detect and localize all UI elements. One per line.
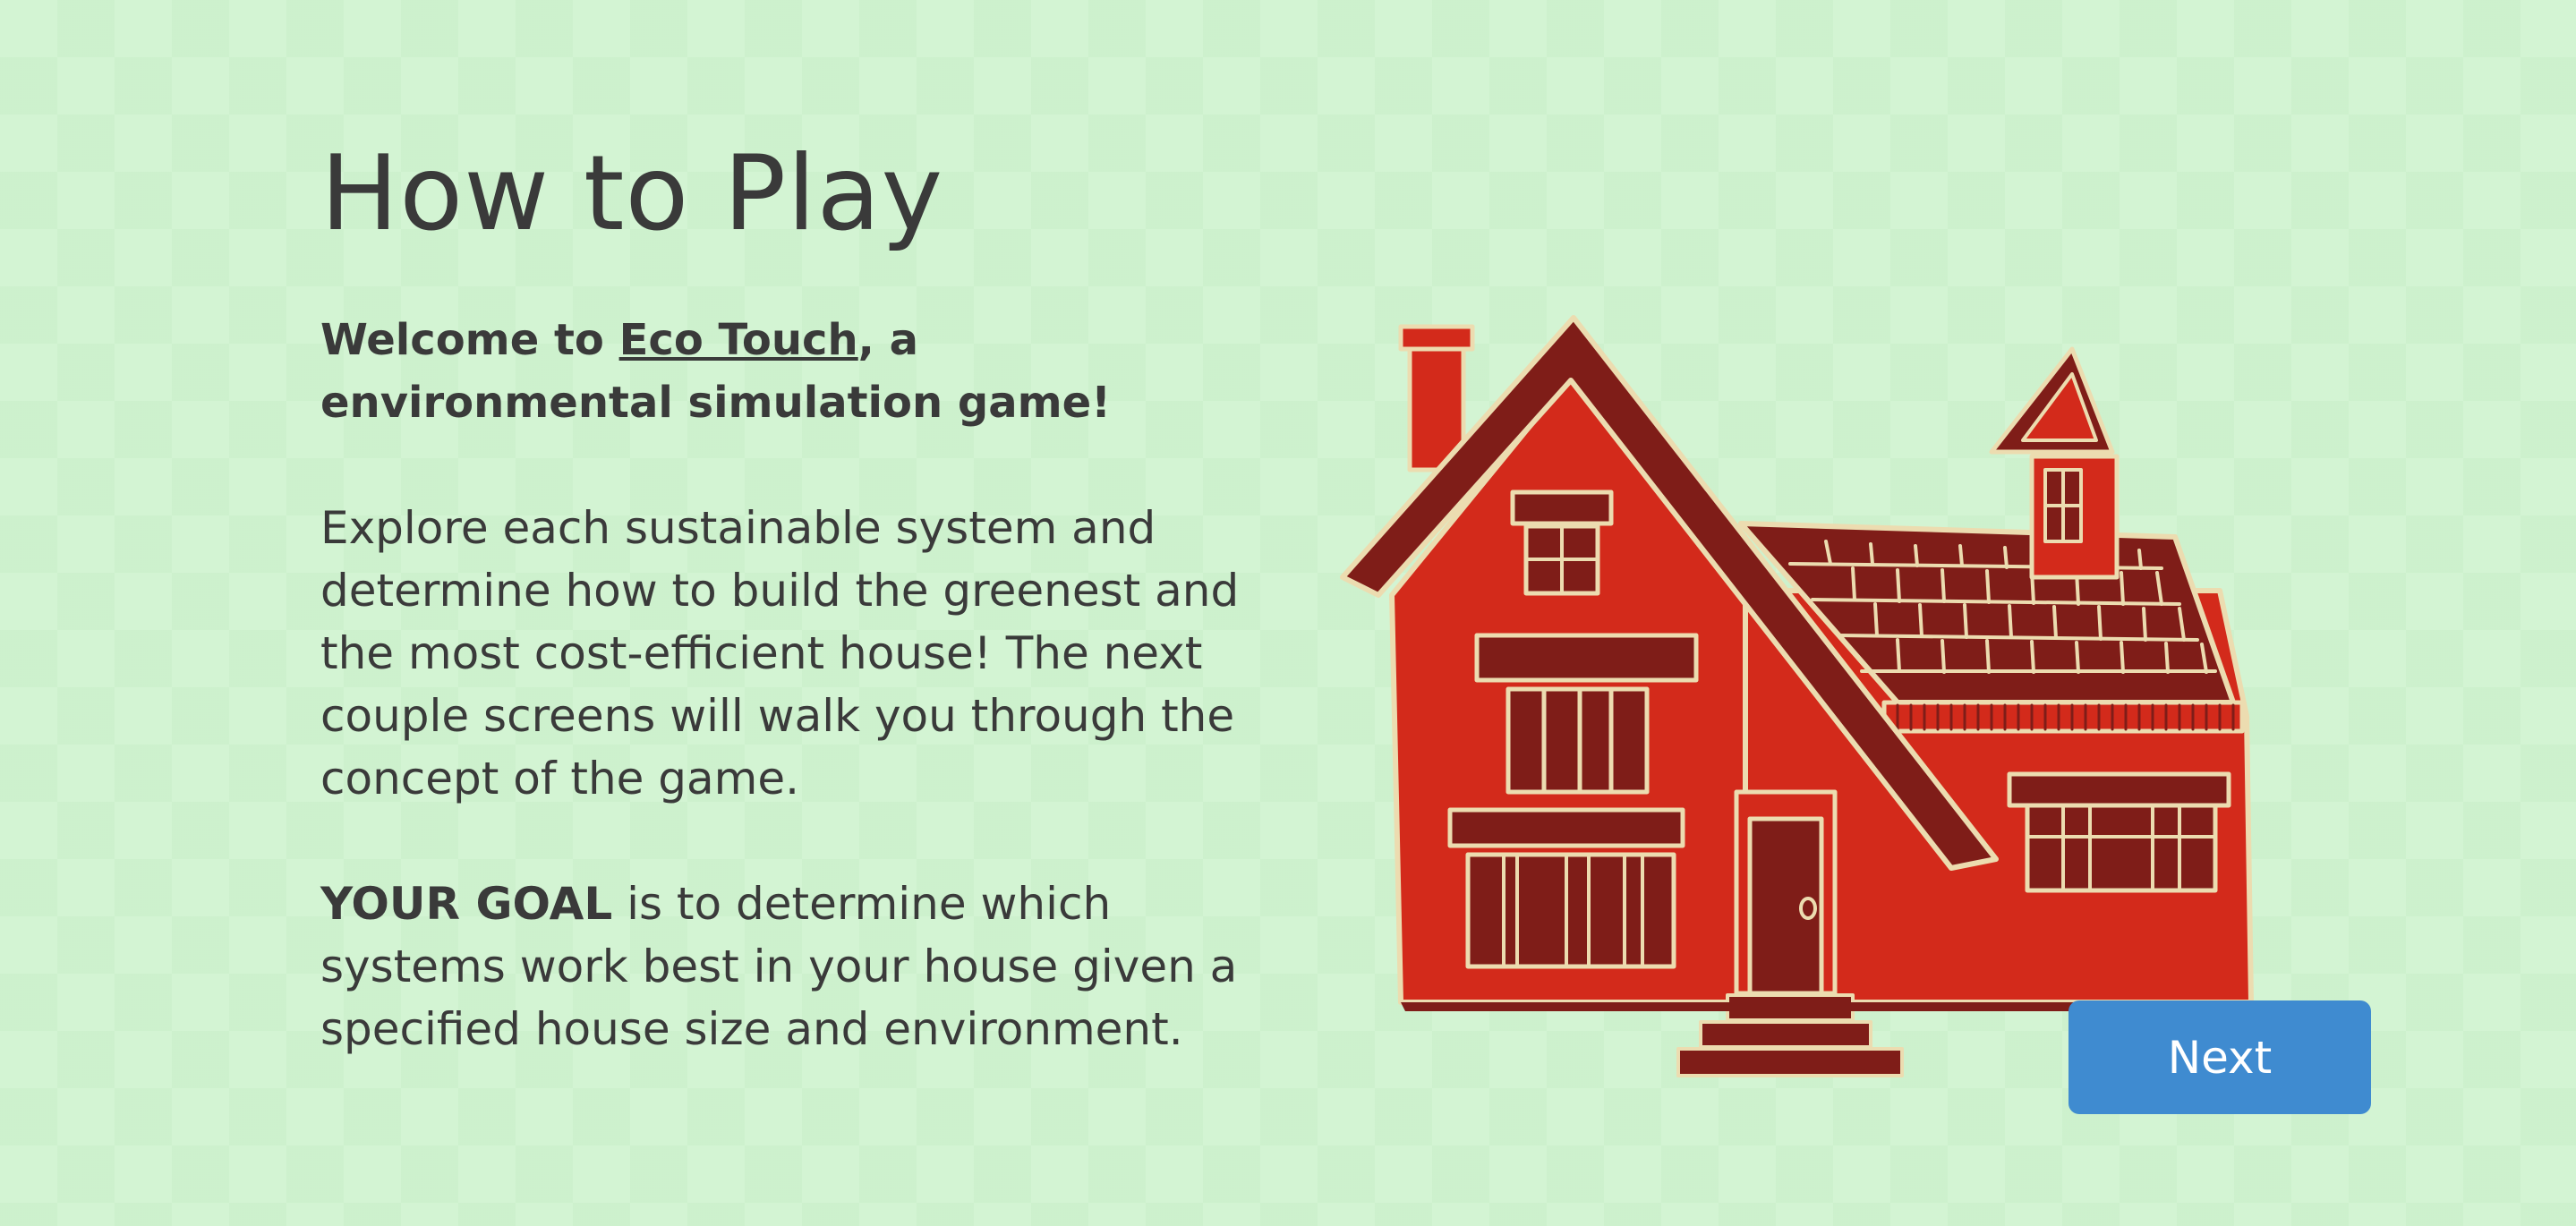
welcome-prefix: Welcome to: [320, 315, 619, 366]
next-button[interactable]: Next: [2068, 1000, 2371, 1114]
welcome-text: Welcome to Eco Touch, a environmental si…: [320, 309, 1215, 434]
game-name-link[interactable]: Eco Touch: [619, 315, 858, 365]
intro-paragraph: Explore each sustainable system and dete…: [320, 502, 1240, 805]
page-title: How to Play: [320, 133, 944, 254]
goal-label: YOUR GOAL: [320, 878, 613, 931]
goal-paragraph: YOUR GOAL is to determine which systems …: [320, 873, 1287, 1060]
house-illustration: [1325, 295, 2265, 1092]
red-house-icon: [1340, 315, 2254, 1077]
instructions-panel: How to Play Welcome to Eco Touch, a envi…: [320, 134, 1287, 1123]
